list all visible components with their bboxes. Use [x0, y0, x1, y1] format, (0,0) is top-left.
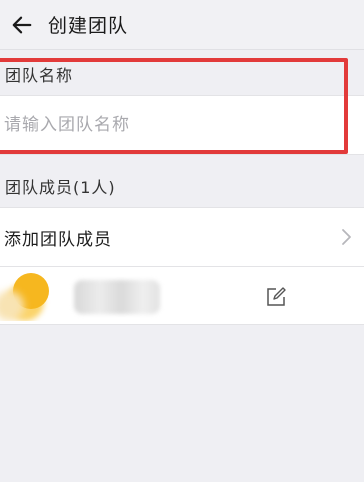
edit-icon	[267, 287, 286, 306]
team-name-section-label: 团队名称	[5, 66, 74, 85]
add-team-member-row[interactable]: 添加团队成员	[0, 207, 364, 267]
create-team-page: 创建团队 团队名称 团队成员(1人) 添加团队成员	[0, 0, 364, 482]
team-name-input[interactable]	[0, 96, 364, 154]
team-members-section-label: 团队成员(1人)	[5, 178, 116, 197]
top-bar: 创建团队	[0, 0, 364, 50]
page-title: 创建团队	[48, 15, 129, 37]
edit-member-button[interactable]	[264, 285, 288, 309]
add-team-member-label: 添加团队成员	[4, 229, 112, 250]
member-name-redacted	[74, 280, 160, 314]
member-list-item	[0, 267, 364, 325]
chevron-right-icon	[334, 225, 358, 249]
back-button[interactable]	[0, 0, 44, 50]
avatar	[0, 273, 52, 321]
team-name-input-row	[0, 95, 364, 155]
arrow-left-icon	[12, 16, 32, 33]
